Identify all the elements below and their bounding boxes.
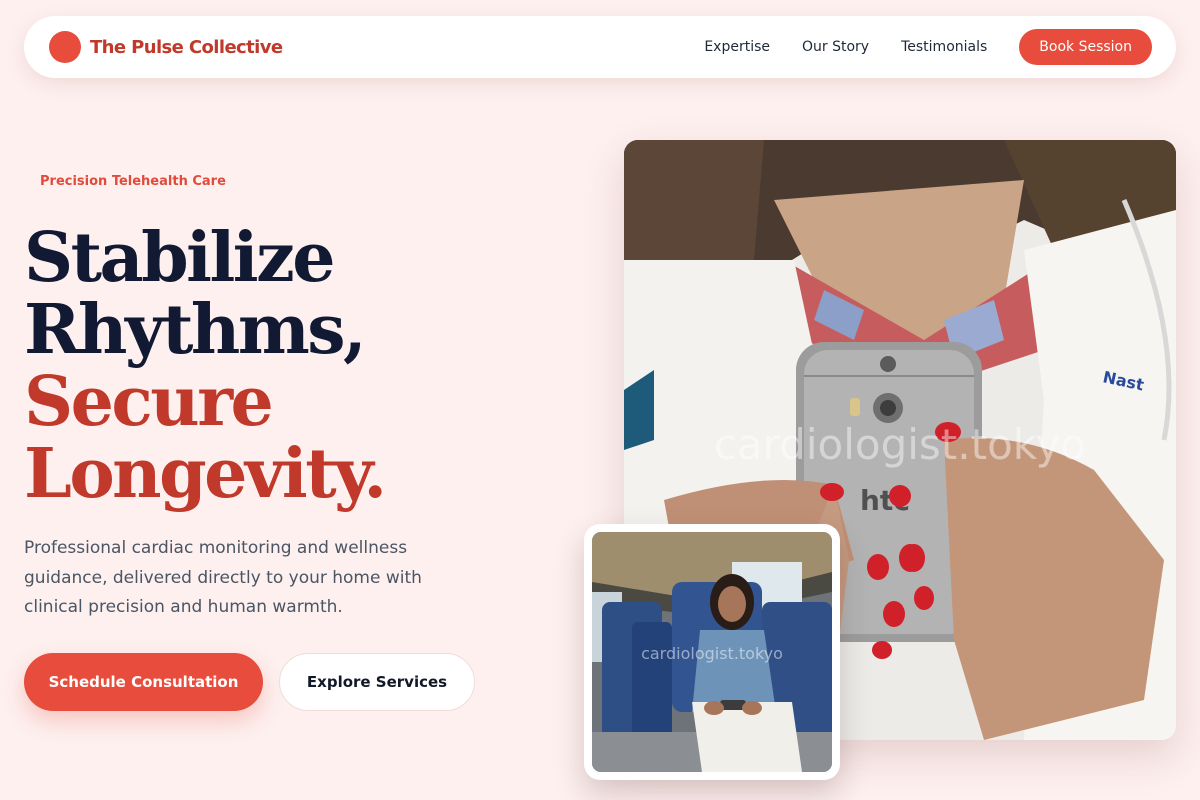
hero-description: Professional cardiac monitoring and well… — [24, 538, 422, 617]
explore-services-button[interactable]: Explore Services — [279, 653, 475, 711]
brand-logo[interactable]: The Pulse Collective — [49, 31, 283, 63]
inset-photo-card: cardiologist.tokyo — [584, 524, 840, 780]
nav-link-our-story[interactable]: Our Story — [802, 39, 869, 55]
train-passenger-illustration — [592, 532, 832, 772]
headline-line-4: Longevity. — [24, 434, 387, 514]
brand-dot-icon — [49, 31, 81, 63]
nav-links: Expertise Our Story Testimonials Book Se… — [704, 29, 1152, 65]
book-session-button[interactable]: Book Session — [1019, 29, 1152, 65]
hero-eyebrow: Precision Telehealth Care — [40, 174, 226, 189]
headline-line-3: Secure — [24, 362, 274, 442]
hero-headline: Stabilize Rhythms, Secure Longevity. — [24, 218, 387, 514]
nav-link-expertise[interactable]: Expertise — [704, 39, 770, 55]
top-nav: The Pulse Collective Expertise Our Story… — [24, 16, 1176, 78]
nav-link-testimonials[interactable]: Testimonials — [901, 39, 987, 55]
brand-name: The Pulse Collective — [90, 36, 283, 58]
headline-line-1: Stabilize — [24, 218, 335, 298]
inset-photo-woman-on-train: cardiologist.tokyo — [592, 532, 832, 772]
headline-line-2: Rhythms, — [24, 290, 367, 370]
schedule-consultation-button[interactable]: Schedule Consultation — [24, 653, 263, 711]
